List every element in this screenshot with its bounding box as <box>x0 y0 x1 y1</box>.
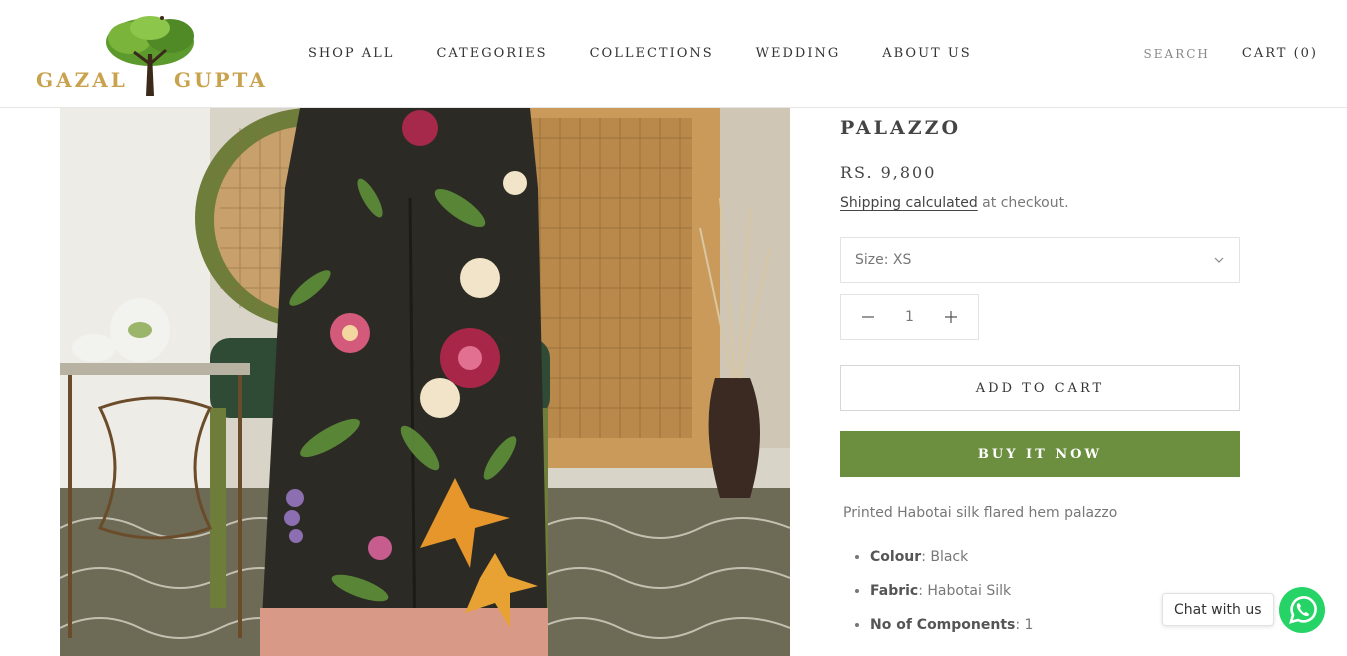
product-photo <box>60 108 790 656</box>
nav-item-collections[interactable]: COLLECTIONS <box>590 46 714 61</box>
minus-icon <box>862 316 874 318</box>
nav-item-categories[interactable]: CATEGORIES <box>436 46 547 61</box>
feature-value: : Habotai Silk <box>918 583 1012 599</box>
plus-icon <box>944 311 957 323</box>
nav-item-shop-all[interactable]: SHOP ALL <box>308 46 394 61</box>
quantity-increase-button[interactable] <box>944 310 958 324</box>
quantity-value[interactable]: 1 <box>905 309 914 325</box>
add-to-cart-button[interactable]: ADD TO CART <box>840 365 1240 411</box>
shipping-note-text: at checkout. <box>977 195 1069 211</box>
product-info: PALAZZO RS. 9,800 Shipping calculated at… <box>840 108 1240 650</box>
brand-name-right: GUPTA <box>174 68 268 92</box>
chat-with-us-label[interactable]: Chat with us <box>1162 593 1274 626</box>
brand-name-left: GAZAL <box>36 68 128 92</box>
cart-link[interactable]: CART (0) <box>1242 46 1318 61</box>
header-actions: SEARCH CART (0) <box>1144 46 1318 61</box>
product-image[interactable] <box>60 108 790 656</box>
feature-value: : 1 <box>1015 617 1034 633</box>
quantity-stepper: 1 <box>840 294 979 340</box>
product-price: RS. 9,800 <box>840 163 937 182</box>
feature-key: No of Components <box>870 617 1016 633</box>
buy-it-now-button[interactable]: BUY IT NOW <box>840 431 1240 477</box>
feature-key: Fabric <box>870 583 919 599</box>
product-title: PALAZZO <box>840 117 962 139</box>
feature-key: Colour <box>870 549 922 565</box>
product-description: Printed Habotai silk flared hem palazzo <box>843 505 1118 521</box>
feature-item: Colour: Black <box>870 548 1240 566</box>
brand-logo[interactable]: GAZAL GUPTA <box>34 14 270 98</box>
shipping-note: Shipping calculated at checkout. <box>840 195 1240 211</box>
nav-item-about-us[interactable]: ABOUT US <box>882 46 971 61</box>
size-select[interactable]: Size: XS <box>840 237 1240 283</box>
size-select-value: Size: XS <box>855 252 912 268</box>
shipping-link[interactable]: Shipping calculated <box>840 195 978 211</box>
feature-value: : Black <box>921 549 969 565</box>
site-header: GAZAL GUPTA SHOP ALL CATEGORIES COLLECTI… <box>0 0 1347 108</box>
main-nav: SHOP ALL CATEGORIES COLLECTIONS WEDDING … <box>308 46 1014 61</box>
whatsapp-icon[interactable] <box>1278 586 1326 634</box>
nav-item-wedding[interactable]: WEDDING <box>756 46 841 61</box>
search-link[interactable]: SEARCH <box>1144 47 1210 61</box>
chevron-down-icon <box>1214 257 1224 263</box>
quantity-decrease-button[interactable] <box>861 310 875 324</box>
